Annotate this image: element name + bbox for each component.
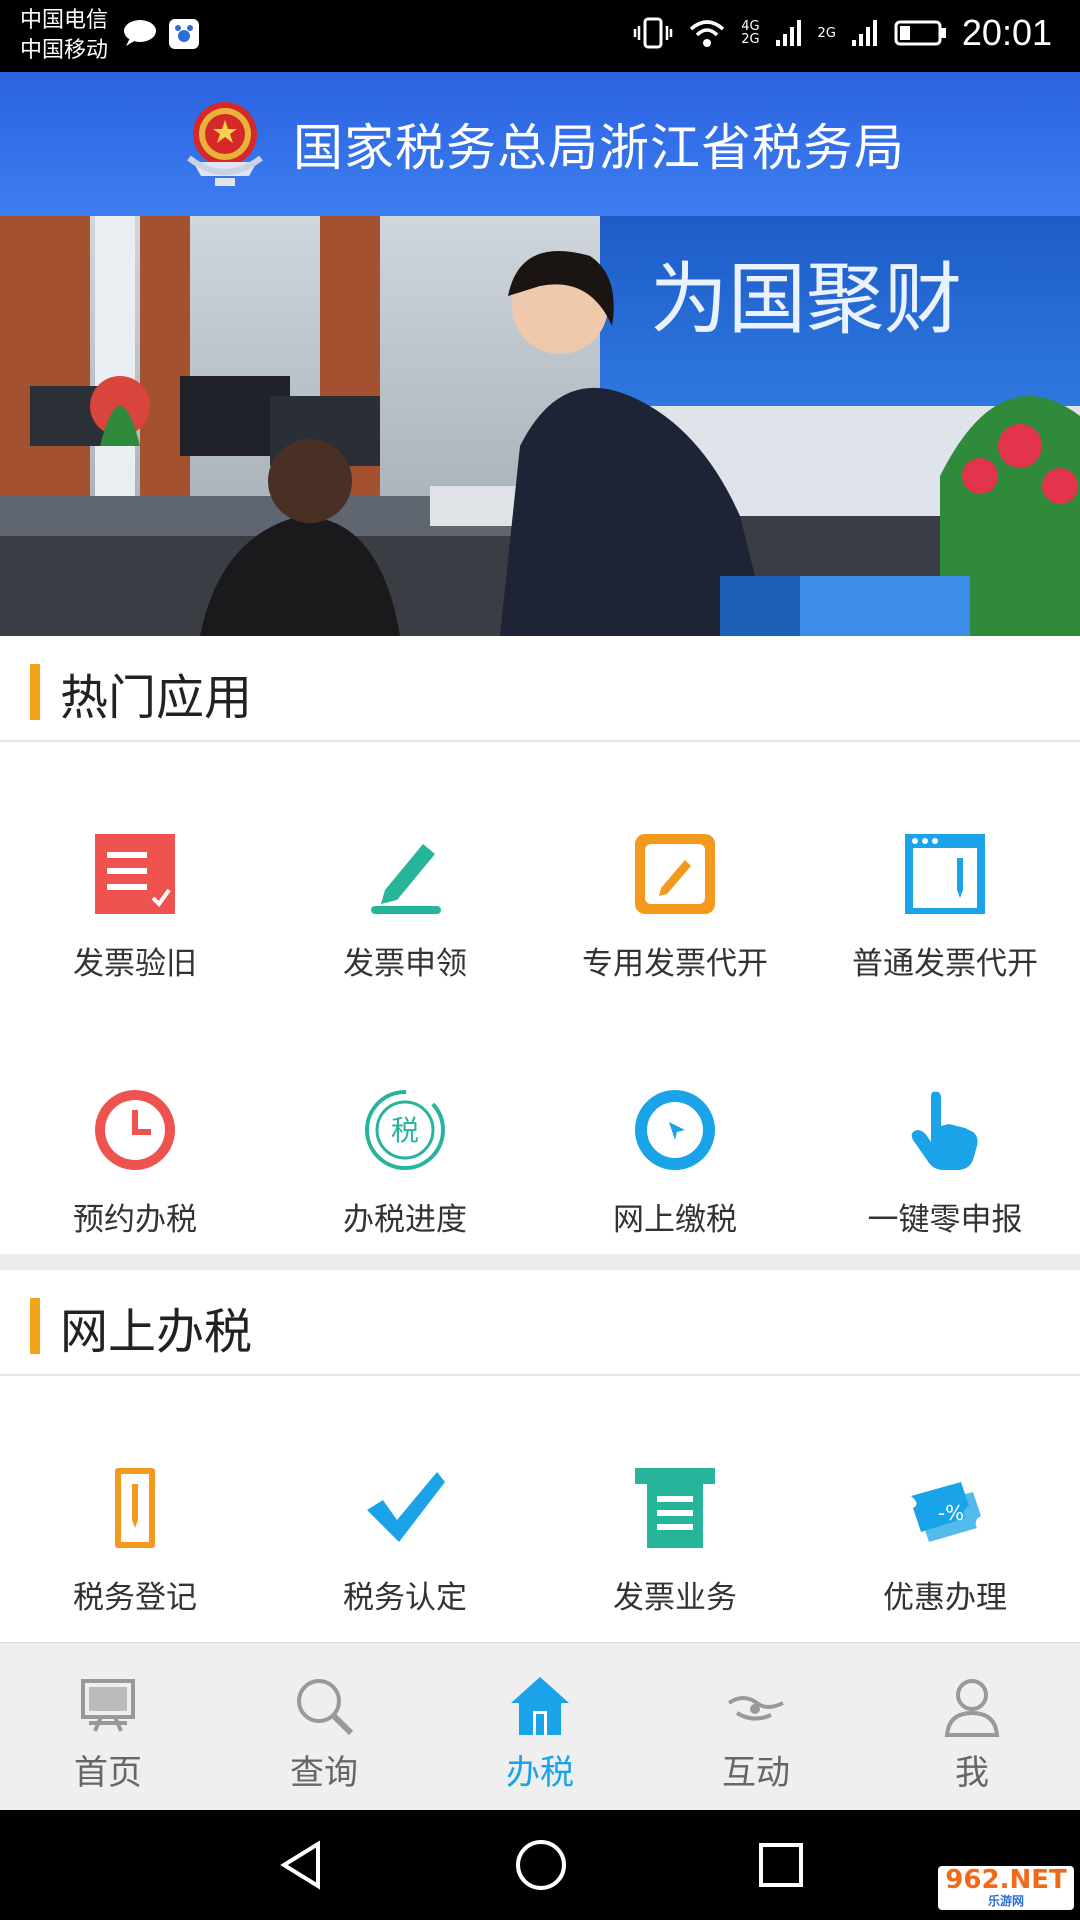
carrier-1: 中国电信 [20, 8, 109, 33]
watermark-brand: 962.NET [945, 1865, 1067, 1895]
register-icon [115, 1468, 155, 1548]
back-icon[interactable] [276, 1840, 326, 1890]
user-icon [944, 1679, 1000, 1737]
watermark-sub: 乐游网 [987, 1894, 1024, 1908]
watermark-logo: 962.NET 乐游网 [938, 1866, 1074, 1910]
app-label: 优惠办理 [883, 1580, 1007, 1616]
clock-icon [95, 1090, 175, 1170]
vibrate-icon [633, 17, 673, 49]
tab-label: 首页 [74, 1753, 142, 1793]
app-label: 发票申领 [343, 946, 467, 982]
carrier-2: 中国移动 [20, 38, 109, 63]
app-label: 网上缴税 [613, 1202, 737, 1238]
app-tile-online-payment[interactable]: 网上缴税 [540, 1088, 810, 1239]
cursor-circle-icon [635, 1090, 715, 1170]
tab-label: 查询 [290, 1753, 358, 1793]
battery-icon [894, 20, 946, 46]
tax-progress-icon: 税 [365, 1090, 445, 1170]
wifi-icon [690, 20, 725, 47]
app-label: 发票业务 [613, 1580, 737, 1616]
app-tile-invoice-apply[interactable]: 发票申领 [270, 832, 540, 983]
tab-me[interactable]: 我 [864, 1643, 1080, 1811]
app-label: 发票验旧 [73, 946, 197, 982]
app-label: 办税进度 [343, 1202, 467, 1238]
tax-office-photo: 为国聚财 [0, 216, 1080, 636]
app-tile-tax-progress[interactable]: 税 办税进度 [270, 1088, 540, 1239]
status-bar: 中国电信 中国移动 4G 2G 2G 20:01 [0, 0, 1080, 72]
home-circle-icon[interactable] [514, 1838, 568, 1892]
app-tile-preferential[interactable]: -% 优惠办理 [810, 1466, 1080, 1617]
app-tile-invoice-check[interactable]: 发票验旧 [0, 832, 270, 983]
app-tile-tax-registration[interactable]: 税务登记 [0, 1466, 270, 1617]
status-right: 4G 2G 2G 20:01 [633, 12, 1052, 54]
receipt-icon [635, 1468, 715, 1548]
pen-icon [371, 844, 441, 914]
hot-apps-header: 热门应用 [0, 636, 1080, 742]
banner-sign: 为国聚财 [650, 255, 962, 345]
tab-label: 互动 [722, 1753, 790, 1793]
app-label: 税务认定 [343, 1580, 467, 1616]
app-label: 一键零申报 [867, 1202, 1023, 1238]
signal-strength-2-icon [851, 20, 877, 46]
app-tile-special-invoice[interactable]: 专用发票代开 [540, 832, 810, 983]
edit-box-icon [635, 834, 715, 914]
baidu-icon [169, 19, 199, 49]
app-tile-invoice-business[interactable]: 发票业务 [540, 1466, 810, 1617]
network-type-2: 2G [817, 25, 836, 41]
app-label: 专用发票代开 [582, 946, 768, 982]
hot-apps-grid: 发票验旧 发票申领 专用发票代开 普通发票代开 预约办税 税 办税进度 网上缴税… [0, 742, 1080, 1254]
section-title: 热门应用 [60, 670, 253, 726]
svg-text:税: 税 [391, 1114, 419, 1147]
chat-bubble-icon [124, 20, 156, 46]
tab-label: 我 [955, 1753, 989, 1793]
clock: 20:01 [961, 12, 1052, 53]
section-divider [0, 1254, 1080, 1270]
app-header: 国家税务总局浙江省税务局 [0, 72, 1080, 216]
page-title: 国家税务总局浙江省税务局 [293, 119, 905, 177]
banner-image[interactable]: 为国聚财 [0, 216, 1080, 636]
invoice-check-icon [95, 834, 175, 914]
monitor-icon [81, 1679, 135, 1732]
hand-pointer-icon [911, 1091, 978, 1170]
handshake-icon [727, 1696, 784, 1721]
network-type-1: 4G 2G [741, 19, 760, 47]
signal-strength-icon [775, 20, 801, 46]
app-label: 预约办税 [73, 1202, 197, 1238]
svg-text:-%: -% [938, 1501, 964, 1525]
section-title: 网上办税 [60, 1304, 253, 1360]
browser-doc-icon [905, 834, 985, 914]
bottom-tab-bar: 首页 查询 办税 互动 我 [0, 1642, 1080, 1811]
app-label: 普通发票代开 [852, 946, 1038, 982]
tab-tax[interactable]: 办税 [432, 1643, 648, 1811]
system-navigation-bar: 962.NET 乐游网 [0, 1810, 1080, 1920]
app-tile-tax-certification[interactable]: 税务认定 [270, 1466, 540, 1617]
app-tile-general-invoice[interactable]: 普通发票代开 [810, 832, 1080, 983]
app-tile-zero-declaration[interactable]: 一键零申报 [810, 1088, 1080, 1239]
tab-interact[interactable]: 互动 [648, 1643, 864, 1811]
checkmark-icon [367, 1472, 445, 1542]
section-accent-bar [30, 1298, 40, 1354]
notification-icons [122, 18, 200, 50]
tab-home[interactable]: 首页 [0, 1643, 216, 1811]
online-tax-grid: 税务登记 税务认定 发票业务 -% 优惠办理 [0, 1376, 1080, 1642]
tab-label: 办税 [506, 1753, 574, 1793]
tab-search[interactable]: 查询 [216, 1643, 432, 1811]
app-label: 税务登记 [73, 1580, 197, 1616]
app-tile-appointment[interactable]: 预约办税 [0, 1088, 270, 1239]
section-accent-bar [30, 664, 40, 720]
carrier-info: 中国电信 中国移动 [20, 6, 108, 66]
discount-ticket-icon: -% [911, 1482, 981, 1542]
tax-emblem-icon [187, 102, 263, 186]
house-icon [511, 1677, 569, 1735]
recents-icon[interactable] [756, 1840, 806, 1890]
online-tax-header: 网上办税 [0, 1270, 1080, 1376]
search-icon [297, 1679, 354, 1736]
